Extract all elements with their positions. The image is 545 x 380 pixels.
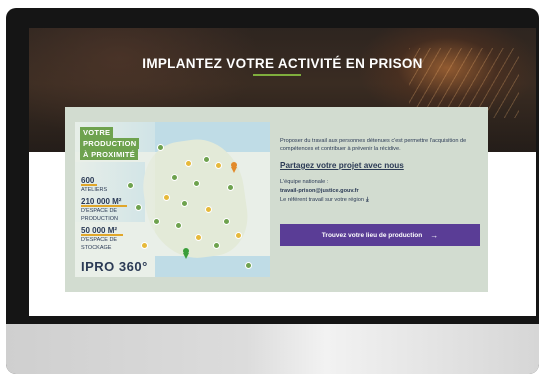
- map-marker[interactable]: [223, 218, 230, 225]
- map-marker[interactable]: [195, 234, 202, 241]
- map-marker[interactable]: [135, 204, 142, 211]
- stockage-label: STOCKAGE: [81, 245, 112, 251]
- ipro-logo: IPRO 360°: [81, 259, 148, 274]
- arrow-right-icon: →: [430, 230, 439, 240]
- map-marker[interactable]: [171, 174, 178, 181]
- map-marker[interactable]: [215, 162, 222, 169]
- info-card: VOTRE PRODUCTION À PROXIMITÉ 600 ATELIER…: [65, 107, 488, 292]
- ateliers-label: ATELIERS: [81, 187, 108, 193]
- france-map: VOTRE PRODUCTION À PROXIMITÉ 600 ATELIER…: [75, 122, 270, 277]
- map-marker[interactable]: [127, 182, 134, 189]
- regional-referent-label: Le référent travail sur votre région: [280, 197, 364, 203]
- stats-header-line: À PROXIMITÉ: [80, 149, 139, 160]
- cta-label: Trouvez votre lieu de production: [321, 231, 423, 239]
- map-marker[interactable]: [193, 180, 200, 187]
- sea-south: [155, 256, 270, 277]
- browser-screen: IMPLANTEZ VOTRE ACTIVITÉ EN PRISON VOTRE…: [29, 28, 536, 316]
- laptop-frame: IMPLANTEZ VOTRE ACTIVITÉ EN PRISON VOTRE…: [6, 8, 539, 374]
- team-label: L'équipe nationale :: [280, 179, 329, 185]
- map-marker[interactable]: [153, 218, 160, 225]
- page-title: IMPLANTEZ VOTRE ACTIVITÉ EN PRISON: [142, 56, 423, 71]
- find-production-site-button[interactable]: Trouvez votre lieu de production →: [280, 224, 480, 246]
- map-marker[interactable]: [163, 194, 170, 201]
- download-icon: ⤓: [365, 197, 369, 203]
- laptop-base: [6, 324, 539, 374]
- stockage-underline: [81, 234, 123, 236]
- regional-referent-link[interactable]: Le référent travail sur votre région ⤓: [280, 197, 369, 204]
- map-marker[interactable]: [245, 262, 252, 269]
- title-underline: [253, 74, 301, 76]
- team-email-link[interactable]: travail-prison@justice.gouv.fr: [280, 188, 359, 194]
- stats-header-line: VOTRE: [80, 127, 114, 138]
- stats-header-line: PRODUCTION: [80, 138, 140, 149]
- pin-tail: [183, 253, 189, 259]
- map-marker[interactable]: [227, 184, 234, 191]
- map-marker[interactable]: [185, 160, 192, 167]
- share-project-link[interactable]: Partagez votre projet avec nous: [280, 161, 404, 170]
- intro-text: Proposer du travail aux personnes détenu…: [280, 138, 467, 152]
- pin-tail: [231, 167, 237, 173]
- map-marker[interactable]: [213, 242, 220, 249]
- map-marker[interactable]: [175, 222, 182, 229]
- production-label: D'ESPACE DE: [81, 208, 118, 214]
- stockage-label: D'ESPACE DE: [81, 237, 118, 243]
- map-marker[interactable]: [205, 206, 212, 213]
- ateliers-underline: [81, 184, 97, 186]
- map-marker[interactable]: [203, 156, 210, 163]
- map-marker[interactable]: [181, 200, 188, 207]
- map-marker[interactable]: [157, 144, 164, 151]
- map-marker[interactable]: [141, 242, 148, 249]
- production-label: PRODUCTION: [81, 216, 118, 222]
- map-marker[interactable]: [235, 232, 242, 239]
- production-underline: [81, 205, 127, 207]
